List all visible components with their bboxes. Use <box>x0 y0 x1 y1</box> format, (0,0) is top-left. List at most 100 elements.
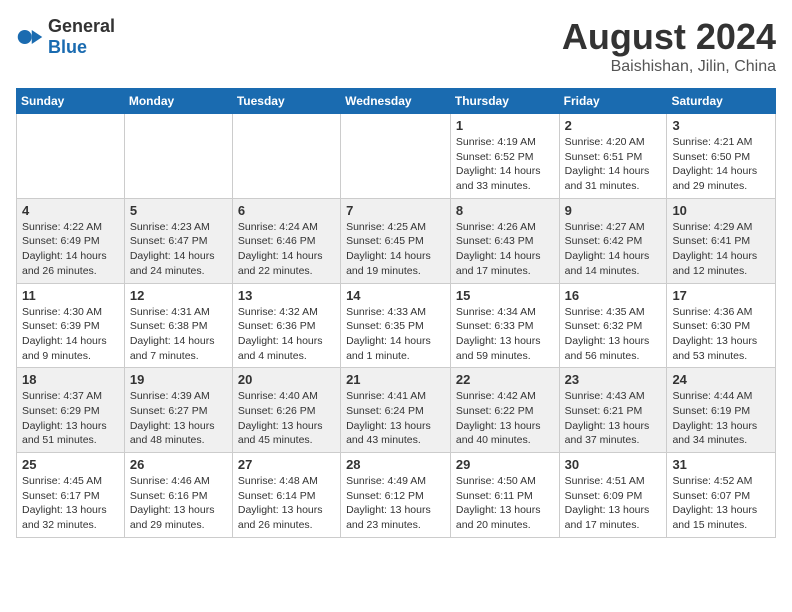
day-number: 7 <box>346 203 445 218</box>
day-number: 24 <box>672 372 770 387</box>
calendar-header-row: SundayMondayTuesdayWednesdayThursdayFrid… <box>17 89 776 114</box>
day-info: Sunrise: 4:42 AMSunset: 6:22 PMDaylight:… <box>456 389 554 448</box>
calendar-day-cell: 26 Sunrise: 4:46 AMSunset: 6:16 PMDayligh… <box>124 453 232 538</box>
calendar-day-cell: 27 Sunrise: 4:48 AMSunset: 6:14 PMDayligh… <box>232 453 340 538</box>
calendar-day-cell: 4Sunrise: 4:22 AMSunset: 6:49 PMDaylight… <box>17 198 125 283</box>
day-info: Sunrise: 4:21 AMSunset: 6:50 PMDaylight:… <box>672 135 770 194</box>
day-number: 4 <box>22 203 119 218</box>
day-number: 1 <box>456 118 554 133</box>
calendar-day-cell: 29 Sunrise: 4:50 AMSunset: 6:11 PMDayligh… <box>450 453 559 538</box>
day-info: Sunrise: 4:35 AMSunset: 6:32 PMDaylight:… <box>565 305 662 364</box>
day-info: Sunrise: 4:19 AMSunset: 6:52 PMDaylight:… <box>456 135 554 194</box>
calendar-day-cell: 30 Sunrise: 4:51 AMSunset: 6:09 PMDayligh… <box>559 453 667 538</box>
day-number: 10 <box>672 203 770 218</box>
day-number: 11 <box>22 288 119 303</box>
day-info: Sunrise: 4:48 AMSunset: 6:14 PMDaylight:… <box>238 474 335 533</box>
day-number: 14 <box>346 288 445 303</box>
calendar-week-row: 1 Sunrise: 4:19 AMSunset: 6:52 PMDaylight… <box>17 114 776 199</box>
day-info: Sunrise: 4:50 AMSunset: 6:11 PMDaylight:… <box>456 474 554 533</box>
calendar-day-cell: 2 Sunrise: 4:20 AMSunset: 6:51 PMDaylight… <box>559 114 667 199</box>
day-number: 20 <box>238 372 335 387</box>
day-info: Sunrise: 4:25 AMSunset: 6:45 PMDaylight:… <box>346 220 445 279</box>
day-of-week-header: Wednesday <box>341 89 451 114</box>
calendar-day-cell <box>124 114 232 199</box>
calendar-day-cell: 13 Sunrise: 4:32 AMSunset: 6:36 PMDayligh… <box>232 283 340 368</box>
day-number: 26 <box>130 457 227 472</box>
day-info: Sunrise: 4:26 AMSunset: 6:43 PMDaylight:… <box>456 220 554 279</box>
day-info: Sunrise: 4:41 AMSunset: 6:24 PMDaylight:… <box>346 389 445 448</box>
calendar-day-cell: 20 Sunrise: 4:40 AMSunset: 6:26 PMDayligh… <box>232 368 340 453</box>
day-number: 21 <box>346 372 445 387</box>
calendar-day-cell: 3 Sunrise: 4:21 AMSunset: 6:50 PMDaylight… <box>667 114 776 199</box>
page-header: General Blue August 2024 Baishishan, Jil… <box>16 16 776 76</box>
day-info: Sunrise: 4:30 AMSunset: 6:39 PMDaylight:… <box>22 305 119 364</box>
day-info: Sunrise: 4:31 AMSunset: 6:38 PMDaylight:… <box>130 305 227 364</box>
day-info: Sunrise: 4:49 AMSunset: 6:12 PMDaylight:… <box>346 474 445 533</box>
calendar-day-cell: 23 Sunrise: 4:43 AMSunset: 6:21 PMDayligh… <box>559 368 667 453</box>
calendar-day-cell <box>17 114 125 199</box>
calendar-day-cell: 17 Sunrise: 4:36 AMSunset: 6:30 PMDayligh… <box>667 283 776 368</box>
day-info: Sunrise: 4:24 AMSunset: 6:46 PMDaylight:… <box>238 220 335 279</box>
calendar-table: SundayMondayTuesdayWednesdayThursdayFrid… <box>16 88 776 538</box>
day-info: Sunrise: 4:23 AMSunset: 6:47 PMDaylight:… <box>130 220 227 279</box>
calendar-day-cell: 31Sunrise: 4:52 AMSunset: 6:07 PMDayligh… <box>667 453 776 538</box>
day-info: Sunrise: 4:39 AMSunset: 6:27 PMDaylight:… <box>130 389 227 448</box>
day-info: Sunrise: 4:40 AMSunset: 6:26 PMDaylight:… <box>238 389 335 448</box>
calendar-day-cell: 22Sunrise: 4:42 AMSunset: 6:22 PMDayligh… <box>450 368 559 453</box>
day-number: 18 <box>22 372 119 387</box>
day-number: 19 <box>130 372 227 387</box>
calendar-day-cell: 21 Sunrise: 4:41 AMSunset: 6:24 PMDayligh… <box>341 368 451 453</box>
calendar-day-cell: 5 Sunrise: 4:23 AMSunset: 6:47 PMDaylight… <box>124 198 232 283</box>
logo-blue-text: Blue <box>48 37 87 57</box>
day-number: 23 <box>565 372 662 387</box>
day-info: Sunrise: 4:44 AMSunset: 6:19 PMDaylight:… <box>672 389 770 448</box>
day-info: Sunrise: 4:43 AMSunset: 6:21 PMDaylight:… <box>565 389 662 448</box>
day-info: Sunrise: 4:34 AMSunset: 6:33 PMDaylight:… <box>456 305 554 364</box>
day-number: 3 <box>672 118 770 133</box>
day-info: Sunrise: 4:45 AMSunset: 6:17 PMDaylight:… <box>22 474 119 533</box>
calendar-day-cell: 6Sunrise: 4:24 AMSunset: 6:46 PMDaylight… <box>232 198 340 283</box>
calendar-day-cell: 25 Sunrise: 4:45 AMSunset: 6:17 PMDayligh… <box>17 453 125 538</box>
day-number: 12 <box>130 288 227 303</box>
calendar-day-cell: 15 Sunrise: 4:34 AMSunset: 6:33 PMDayligh… <box>450 283 559 368</box>
calendar-week-row: 11 Sunrise: 4:30 AMSunset: 6:39 PMDayligh… <box>17 283 776 368</box>
logo-general-text: General <box>48 16 115 36</box>
calendar-week-row: 18Sunrise: 4:37 AMSunset: 6:29 PMDayligh… <box>17 368 776 453</box>
day-number: 15 <box>456 288 554 303</box>
day-info: Sunrise: 4:20 AMSunset: 6:51 PMDaylight:… <box>565 135 662 194</box>
calendar-day-cell: 28 Sunrise: 4:49 AMSunset: 6:12 PMDayligh… <box>341 453 451 538</box>
day-number: 2 <box>565 118 662 133</box>
title-block: August 2024 Baishishan, Jilin, China <box>562 16 776 76</box>
day-number: 25 <box>22 457 119 472</box>
day-info: Sunrise: 4:46 AMSunset: 6:16 PMDaylight:… <box>130 474 227 533</box>
calendar-day-cell <box>341 114 451 199</box>
day-number: 28 <box>346 457 445 472</box>
day-number: 17 <box>672 288 770 303</box>
day-number: 27 <box>238 457 335 472</box>
day-number: 13 <box>238 288 335 303</box>
day-of-week-header: Tuesday <box>232 89 340 114</box>
day-number: 29 <box>456 457 554 472</box>
day-info: Sunrise: 4:29 AMSunset: 6:41 PMDaylight:… <box>672 220 770 279</box>
day-info: Sunrise: 4:27 AMSunset: 6:42 PMDaylight:… <box>565 220 662 279</box>
day-number: 16 <box>565 288 662 303</box>
calendar-title: August 2024 <box>562 16 776 58</box>
day-info: Sunrise: 4:51 AMSunset: 6:09 PMDaylight:… <box>565 474 662 533</box>
day-of-week-header: Friday <box>559 89 667 114</box>
day-info: Sunrise: 4:32 AMSunset: 6:36 PMDaylight:… <box>238 305 335 364</box>
day-number: 9 <box>565 203 662 218</box>
day-info: Sunrise: 4:36 AMSunset: 6:30 PMDaylight:… <box>672 305 770 364</box>
calendar-location: Baishishan, Jilin, China <box>562 58 776 76</box>
day-of-week-header: Monday <box>124 89 232 114</box>
calendar-day-cell: 16 Sunrise: 4:35 AMSunset: 6:32 PMDayligh… <box>559 283 667 368</box>
calendar-day-cell: 9 Sunrise: 4:27 AMSunset: 6:42 PMDaylight… <box>559 198 667 283</box>
day-number: 5 <box>130 203 227 218</box>
day-number: 31 <box>672 457 770 472</box>
calendar-day-cell: 12 Sunrise: 4:31 AMSunset: 6:38 PMDayligh… <box>124 283 232 368</box>
logo: General Blue <box>16 16 115 58</box>
day-number: 30 <box>565 457 662 472</box>
calendar-day-cell: 11 Sunrise: 4:30 AMSunset: 6:39 PMDayligh… <box>17 283 125 368</box>
calendar-day-cell: 8Sunrise: 4:26 AMSunset: 6:43 PMDaylight… <box>450 198 559 283</box>
calendar-day-cell <box>232 114 340 199</box>
calendar-day-cell: 10 Sunrise: 4:29 AMSunset: 6:41 PMDayligh… <box>667 198 776 283</box>
